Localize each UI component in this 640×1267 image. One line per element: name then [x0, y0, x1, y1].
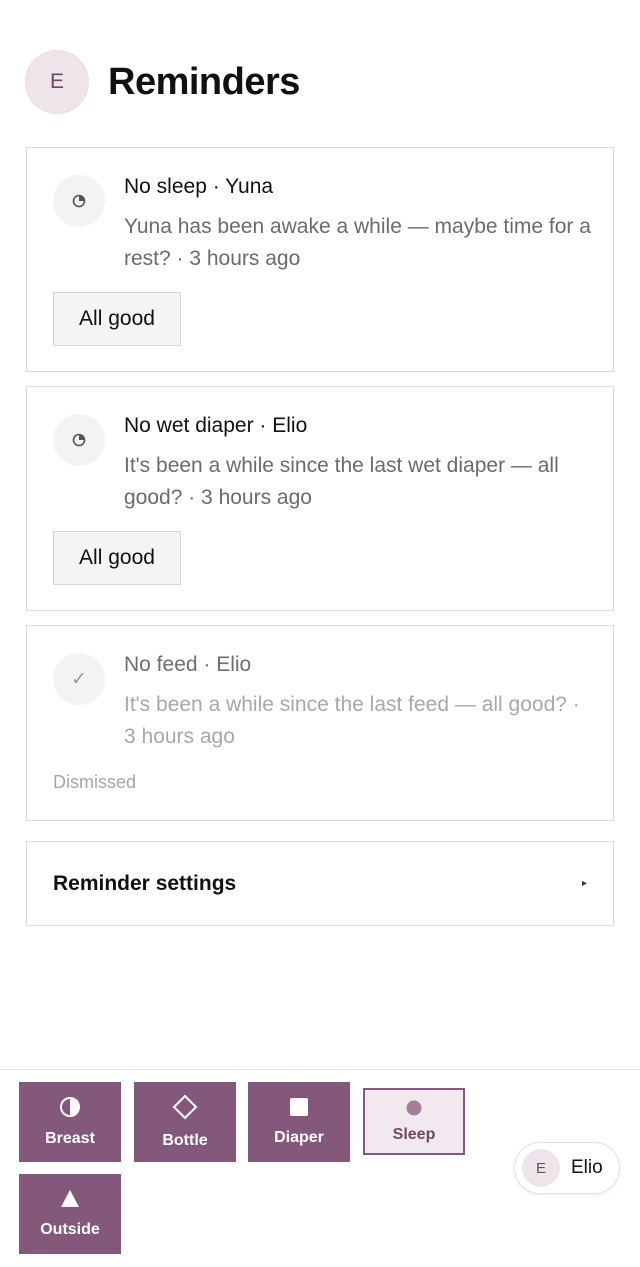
all-good-button[interactable]: All good — [53, 531, 181, 585]
user-avatar[interactable]: E — [25, 50, 89, 114]
page-title: Reminders — [108, 60, 300, 103]
disclosure-arrow-icon: ▸ — [581, 878, 587, 889]
action-label: Sleep — [392, 1125, 436, 1143]
reminder-settings-row[interactable]: Reminder settings ▸ — [26, 841, 614, 926]
reminder-title: No feed · Elio — [124, 653, 252, 676]
clock-icon — [53, 175, 105, 227]
child-switcher[interactable]: E Elio — [514, 1142, 620, 1194]
clock-icon — [53, 414, 105, 466]
check-icon: ✓ — [53, 653, 105, 705]
diaper-action-button[interactable]: Diaper — [248, 1082, 350, 1162]
half-circle-icon — [59, 1096, 81, 1123]
square-icon — [289, 1097, 309, 1122]
header: E Reminders — [25, 50, 300, 114]
reminder-card: No sleep · Yuna Yuna has been awake a wh… — [26, 147, 614, 372]
reminder-settings-label: Reminder settings — [53, 872, 237, 895]
reminder-card: No wet diaper · Elio It's been a while s… — [26, 386, 614, 611]
reminder-body: It's been a while since the last feed — … — [124, 693, 580, 748]
reminder-card-dismissed: ✓ No feed · Elio It's been a while since… — [26, 625, 614, 821]
all-good-button[interactable]: All good — [53, 292, 181, 346]
reminders-screen: E Reminders No sleep · Yuna Yuna has bee… — [0, 0, 640, 1267]
reminder-title: No sleep · Yuna — [124, 175, 274, 198]
child-avatar: E — [522, 1149, 560, 1187]
bottom-bar-divider — [0, 1069, 640, 1070]
action-label: Outside — [40, 1221, 100, 1238]
child-name: Elio — [571, 1157, 603, 1178]
triangle-icon — [60, 1189, 80, 1214]
outside-action-button[interactable]: Outside — [19, 1174, 121, 1254]
reminder-body: It's been a while since the last wet dia… — [124, 454, 559, 509]
action-label: Breast — [45, 1130, 95, 1147]
action-label: Diaper — [274, 1129, 324, 1146]
diamond-icon — [172, 1094, 198, 1125]
dismissed-status: Dismissed — [53, 772, 137, 792]
reminder-body: Yuna has been awake a while — maybe time… — [124, 215, 591, 270]
sleep-action-button[interactable]: Sleep — [363, 1088, 465, 1155]
dot-icon — [406, 1100, 422, 1121]
breast-action-button[interactable]: Breast — [19, 1082, 121, 1162]
reminder-title: No wet diaper · Elio — [124, 414, 308, 437]
bottle-action-button[interactable]: Bottle — [134, 1082, 236, 1162]
action-label: Bottle — [162, 1132, 208, 1149]
